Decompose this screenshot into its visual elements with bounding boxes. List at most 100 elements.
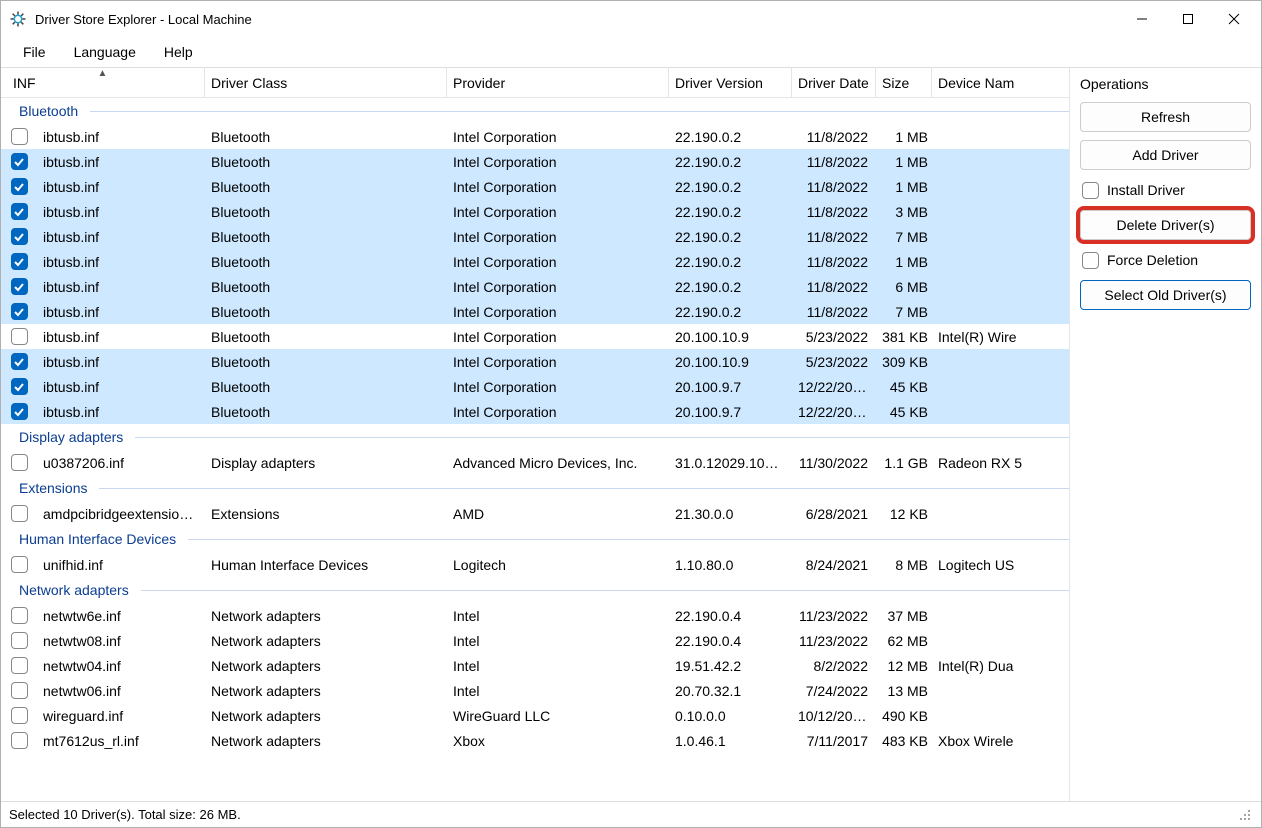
row-checkbox[interactable] [11,153,28,170]
group-name: Display adapters [19,429,123,445]
row-checkbox-cell[interactable] [1,505,37,522]
row-checkbox[interactable] [11,128,28,145]
minimize-button[interactable] [1119,3,1165,35]
row-checkbox-cell[interactable] [1,178,37,195]
table-row[interactable]: ibtusb.infBluetoothIntel Corporation22.1… [1,249,1069,274]
table-row[interactable]: amdpcibridgeextension.i...ExtensionsAMD2… [1,501,1069,526]
group-header[interactable]: Human Interface Devices [1,526,1069,552]
group-header[interactable]: Display adapters [1,424,1069,450]
cell-inf: netwtw04.inf [37,658,205,674]
add-driver-button[interactable]: Add Driver [1080,140,1251,170]
install-driver-row[interactable]: Install Driver [1080,178,1251,202]
col-provider[interactable]: Provider [447,68,669,97]
table-row[interactable]: wireguard.infNetwork adaptersWireGuard L… [1,703,1069,728]
row-checkbox-cell[interactable] [1,607,37,624]
row-checkbox[interactable] [11,454,28,471]
row-checkbox-cell[interactable] [1,203,37,220]
cell-driver-class: Bluetooth [205,154,447,170]
table-row[interactable]: ibtusb.infBluetoothIntel Corporation22.1… [1,274,1069,299]
app-icon [9,10,27,28]
row-checkbox[interactable] [11,328,28,345]
close-button[interactable] [1211,3,1257,35]
table-row[interactable]: ibtusb.infBluetoothIntel Corporation20.1… [1,324,1069,349]
table-row[interactable]: ibtusb.infBluetoothIntel Corporation20.1… [1,374,1069,399]
menu-help[interactable]: Help [152,40,205,64]
row-checkbox[interactable] [11,378,28,395]
cell-size: 62 MB [876,633,932,649]
table-row[interactable]: unifhid.infHuman Interface DevicesLogite… [1,552,1069,577]
row-checkbox[interactable] [11,505,28,522]
table-row[interactable]: ibtusb.infBluetoothIntel Corporation22.1… [1,299,1069,324]
row-checkbox[interactable] [11,607,28,624]
row-checkbox-cell[interactable] [1,707,37,724]
row-checkbox-cell[interactable] [1,253,37,270]
row-checkbox[interactable] [11,556,28,573]
row-checkbox[interactable] [11,682,28,699]
group-header[interactable]: Network adapters [1,577,1069,603]
col-driver-version[interactable]: Driver Version [669,68,792,97]
cell-driver-version: 1.0.46.1 [669,733,792,749]
row-checkbox-cell[interactable] [1,278,37,295]
row-checkbox-cell[interactable] [1,303,37,320]
group-header[interactable]: Extensions [1,475,1069,501]
force-deletion-row[interactable]: Force Deletion [1080,248,1251,272]
cell-provider: Intel Corporation [447,154,669,170]
table-row[interactable]: netwtw08.infNetwork adaptersIntel22.190.… [1,628,1069,653]
menu-file[interactable]: File [11,40,58,64]
table-row[interactable]: netwtw06.infNetwork adaptersIntel20.70.3… [1,678,1069,703]
table-row[interactable]: ibtusb.infBluetoothIntel Corporation22.1… [1,174,1069,199]
row-checkbox-cell[interactable] [1,378,37,395]
row-checkbox-cell[interactable] [1,682,37,699]
row-checkbox[interactable] [11,303,28,320]
delete-drivers-button[interactable]: Delete Driver(s) [1080,210,1251,240]
force-deletion-checkbox[interactable] [1082,252,1099,269]
table-row[interactable]: ibtusb.infBluetoothIntel Corporation22.1… [1,199,1069,224]
row-checkbox-cell[interactable] [1,328,37,345]
row-checkbox-cell[interactable] [1,128,37,145]
row-checkbox-cell[interactable] [1,403,37,420]
row-checkbox[interactable] [11,228,28,245]
row-checkbox[interactable] [11,253,28,270]
row-checkbox[interactable] [11,732,28,749]
row-checkbox[interactable] [11,278,28,295]
row-checkbox-cell[interactable] [1,454,37,471]
group-header[interactable]: Bluetooth [1,98,1069,124]
operations-panel: Operations Refresh Add Driver Install Dr… [1069,68,1261,801]
col-size[interactable]: Size [876,68,932,97]
row-checkbox[interactable] [11,657,28,674]
col-inf[interactable]: ▲ INF [1,68,205,97]
row-checkbox-cell[interactable] [1,657,37,674]
select-old-drivers-button[interactable]: Select Old Driver(s) [1080,280,1251,310]
row-checkbox-cell[interactable] [1,353,37,370]
row-checkbox-cell[interactable] [1,632,37,649]
resize-grip-icon[interactable] [1237,807,1253,823]
col-driver-date[interactable]: Driver Date [792,68,876,97]
refresh-button[interactable]: Refresh [1080,102,1251,132]
table-row[interactable]: netwtw6e.infNetwork adaptersIntel22.190.… [1,603,1069,628]
row-checkbox[interactable] [11,353,28,370]
table-row[interactable]: ibtusb.infBluetoothIntel Corporation22.1… [1,149,1069,174]
row-checkbox[interactable] [11,178,28,195]
table-body[interactable]: Bluetoothibtusb.infBluetoothIntel Corpor… [1,98,1069,801]
row-checkbox-cell[interactable] [1,228,37,245]
table-row[interactable]: netwtw04.infNetwork adaptersIntel19.51.4… [1,653,1069,678]
maximize-button[interactable] [1165,3,1211,35]
menu-language[interactable]: Language [62,40,148,64]
table-row[interactable]: u0387206.infDisplay adaptersAdvanced Mic… [1,450,1069,475]
row-checkbox-cell[interactable] [1,153,37,170]
table-row[interactable]: ibtusb.infBluetoothIntel Corporation22.1… [1,124,1069,149]
row-checkbox[interactable] [11,632,28,649]
col-device-name[interactable]: Device Nam [932,68,1032,97]
table-row[interactable]: ibtusb.infBluetoothIntel Corporation20.1… [1,349,1069,374]
table-row[interactable]: ibtusb.infBluetoothIntel Corporation20.1… [1,399,1069,424]
table-row[interactable]: ibtusb.infBluetoothIntel Corporation22.1… [1,224,1069,249]
col-driver-class[interactable]: Driver Class [205,68,447,97]
install-driver-checkbox[interactable] [1082,182,1099,199]
row-checkbox[interactable] [11,203,28,220]
cell-inf: ibtusb.inf [37,204,205,220]
row-checkbox-cell[interactable] [1,556,37,573]
row-checkbox-cell[interactable] [1,732,37,749]
table-row[interactable]: mt7612us_rl.infNetwork adaptersXbox1.0.4… [1,728,1069,753]
row-checkbox[interactable] [11,707,28,724]
row-checkbox[interactable] [11,403,28,420]
